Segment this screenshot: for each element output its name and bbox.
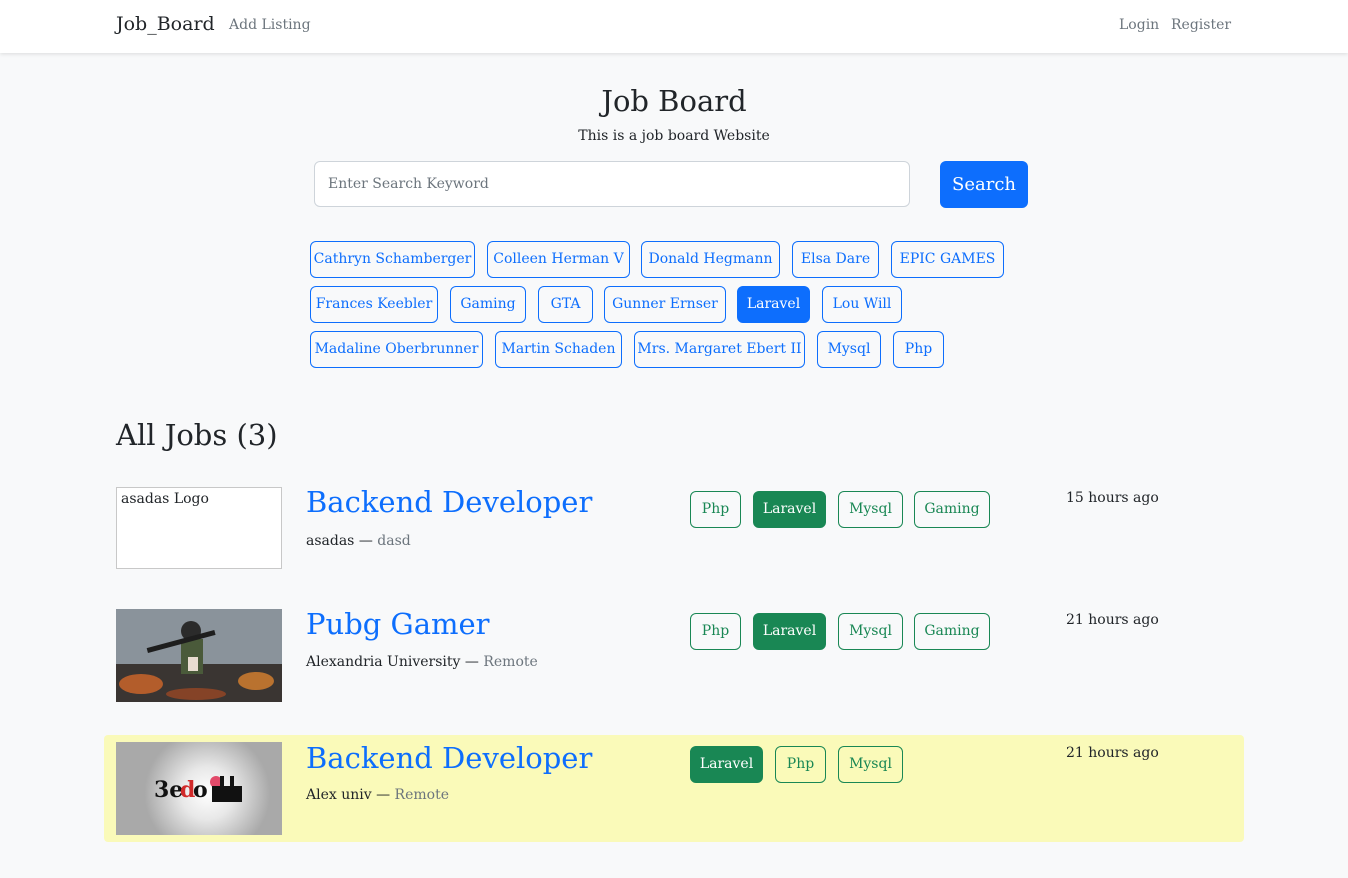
job-posted-time: 21 hours ago xyxy=(1066,612,1159,628)
job-tag-active[interactable]: Laravel xyxy=(690,746,763,783)
job-title-link[interactable]: Backend Developer xyxy=(306,485,592,519)
job-tag-active[interactable]: Laravel xyxy=(753,491,826,528)
tag-button[interactable]: Martin Schaden xyxy=(495,331,622,368)
login-link[interactable]: Login xyxy=(1119,17,1159,33)
job-row: Pubg Gamer Alexandria University — Remot… xyxy=(104,597,1244,712)
svg-text:o: o xyxy=(193,777,208,803)
job-tag[interactable]: Mysql xyxy=(838,491,903,528)
job-title-link[interactable]: Pubg Gamer xyxy=(306,607,490,641)
tag-button[interactable]: Colleen Herman V xyxy=(487,241,630,278)
job-tag[interactable]: Mysql xyxy=(838,746,903,783)
register-link[interactable]: Register xyxy=(1171,17,1231,33)
tag-button[interactable]: EPIC GAMES xyxy=(891,241,1004,278)
tag-button[interactable]: Mrs. Margaret Ebert II xyxy=(634,331,805,368)
job-meta: asadas — dasd xyxy=(306,533,411,549)
jobs-heading: All Jobs (3) xyxy=(116,418,278,452)
job-title-link[interactable]: Backend Developer xyxy=(306,741,592,775)
job-location: Remote xyxy=(483,654,538,670)
svg-text:3e: 3e xyxy=(154,777,183,803)
job-row: asadas Logo Backend Developer asadas — d… xyxy=(104,475,1244,585)
page-subtitle: This is a job board Website xyxy=(578,128,770,144)
tag-button[interactable]: Mysql xyxy=(817,331,881,368)
tag-button[interactable]: Cathryn Schamberger xyxy=(310,241,475,278)
job-location: Remote xyxy=(394,787,449,803)
job-location: dasd xyxy=(377,533,411,549)
company-name: Alexandria University xyxy=(306,654,461,670)
pubg-artwork-image xyxy=(116,609,282,702)
tag-button[interactable]: Gaming xyxy=(450,286,526,323)
company-logo: asadas Logo xyxy=(116,487,282,569)
tag-button[interactable]: Lou Will xyxy=(822,286,902,323)
job-tag[interactable]: Mysql xyxy=(838,613,903,650)
job-tag[interactable]: Php xyxy=(690,613,741,650)
job-tag-active[interactable]: Laravel xyxy=(753,613,826,650)
page-title: Job Board xyxy=(601,84,747,118)
company-name: Alex univ xyxy=(306,787,372,803)
navbar: Job_Board Add Listing Login Register xyxy=(0,0,1348,53)
company-name: asadas xyxy=(306,533,355,549)
search-input[interactable] xyxy=(314,161,910,207)
tag-button[interactable]: Elsa Dare xyxy=(792,241,879,278)
tag-button[interactable]: Donald Hegmann xyxy=(641,241,780,278)
tag-button-active[interactable]: Laravel xyxy=(737,286,810,323)
job-tag[interactable]: Gaming xyxy=(914,491,990,528)
3edo-logo-image: 3e d o xyxy=(154,776,242,803)
job-row-featured: 3e d o Backend Developer Alex univ — Rem… xyxy=(104,735,1244,842)
tag-button[interactable]: GTA xyxy=(538,286,593,323)
job-posted-time: 15 hours ago xyxy=(1066,490,1159,506)
job-tag[interactable]: Php xyxy=(775,746,826,783)
brand-link[interactable]: Job_Board xyxy=(116,13,215,35)
company-logo xyxy=(116,609,282,702)
tag-button[interactable]: Gunner Ernser xyxy=(604,286,726,323)
job-tag[interactable]: Gaming xyxy=(914,613,990,650)
job-meta: Alex univ — Remote xyxy=(306,787,449,803)
search-button[interactable]: Search xyxy=(940,161,1028,208)
job-posted-time: 21 hours ago xyxy=(1066,745,1159,761)
add-listing-link[interactable]: Add Listing xyxy=(229,17,311,33)
tag-button[interactable]: Frances Keebler xyxy=(310,286,438,323)
company-logo: 3e d o xyxy=(116,742,282,835)
job-meta: Alexandria University — Remote xyxy=(306,654,538,670)
tag-button[interactable]: Php xyxy=(893,331,944,368)
tag-button[interactable]: Madaline Oberbrunner xyxy=(310,331,483,368)
job-tag[interactable]: Php xyxy=(690,491,741,528)
